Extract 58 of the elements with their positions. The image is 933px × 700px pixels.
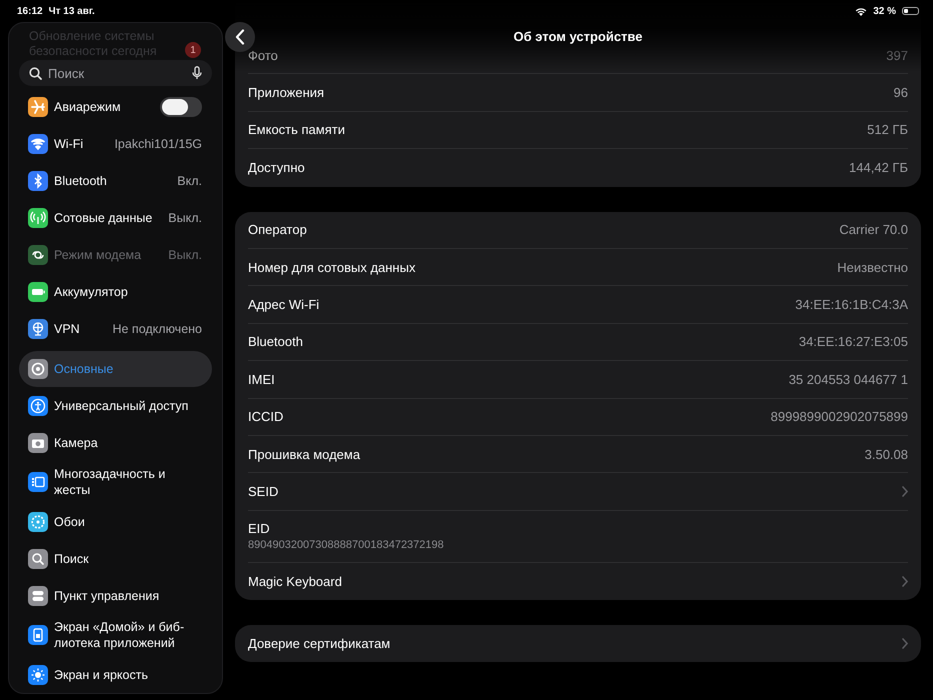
row-label: Номер для сотовых данных bbox=[248, 260, 416, 275]
settings-item[interactable]: Многозадачность и жесты bbox=[19, 461, 212, 503]
row-value: 3.50.08 bbox=[864, 446, 908, 462]
search-icon bbox=[29, 66, 42, 80]
row-label: Емкость памяти bbox=[248, 122, 345, 138]
row-value: 34:EE:16:1B:C4:3A bbox=[795, 297, 908, 312]
row-value: Неизвестно bbox=[837, 260, 908, 275]
chevron-icon bbox=[902, 486, 908, 497]
settings-row-link[interactable]: SEID bbox=[248, 473, 908, 511]
status-time: 16:12 bbox=[17, 6, 43, 16]
search-field[interactable]: Поиск bbox=[19, 60, 212, 86]
status-date: Чт 13 авг. bbox=[48, 6, 95, 16]
row-value: 8999899002902075899 bbox=[770, 409, 908, 424]
settings-item[interactable]: Камера bbox=[19, 424, 212, 461]
row-label: ICCID bbox=[248, 409, 284, 424]
settings-row-link[interactable]: Доверие сертификатам bbox=[248, 625, 908, 662]
settings-item[interactable]: Обои bbox=[19, 503, 212, 540]
settings-item[interactable]: Экран «Домой» и биб-лиотека приложений bbox=[19, 614, 212, 656]
row-label: IMEI bbox=[248, 372, 275, 387]
wifi-icon bbox=[855, 6, 868, 16]
row-value: 34:EE:16:27:E3:05 bbox=[798, 334, 908, 350]
row-label: Оператор bbox=[248, 222, 307, 238]
settings-item[interactable]: Основные bbox=[19, 351, 212, 387]
settings-item[interactable]: Wi-Fi Ipakchi101/15G bbox=[19, 125, 212, 162]
settings-item[interactable]: Bluetooth Вкл. bbox=[19, 162, 212, 199]
row-value: Carrier 70.0 bbox=[839, 222, 908, 238]
row-label: Bluetooth bbox=[248, 334, 303, 350]
row-label: Приложения bbox=[248, 85, 324, 100]
chevron-icon bbox=[902, 638, 908, 650]
row-label: Адрес Wi-Fi bbox=[248, 297, 320, 312]
row-value: 89049032007308888700183472372198 bbox=[248, 539, 444, 552]
battery-percent: 32 % bbox=[873, 6, 896, 16]
row-value: 144,42 ГБ bbox=[849, 160, 908, 176]
search-input[interactable]: Поиск bbox=[48, 66, 186, 80]
settings-item[interactable]: Пункт управления bbox=[19, 577, 212, 614]
back-button[interactable] bbox=[225, 22, 255, 52]
settings-item[interactable]: Авиарежим bbox=[19, 88, 212, 125]
page-title: Об этом устройстве bbox=[514, 29, 642, 44]
row-label: EID bbox=[248, 521, 270, 536]
settings-row-link[interactable]: Magic Keyboard bbox=[248, 562, 908, 600]
chevron-icon bbox=[902, 576, 908, 587]
notification-badge: 1 bbox=[185, 42, 201, 58]
settings-item[interactable]: Поиск bbox=[19, 540, 212, 577]
row-label: Прошивка модема bbox=[248, 446, 360, 462]
microphone-icon bbox=[192, 66, 202, 80]
settings-item[interactable]: Экран и яркость bbox=[19, 656, 212, 693]
chevron-left-icon bbox=[235, 29, 245, 45]
row-label: Фото bbox=[248, 48, 278, 63]
settings-item[interactable]: Сотовые данные Выкл. bbox=[19, 199, 212, 236]
settings-item[interactable]: Универсальный доступ bbox=[19, 387, 212, 424]
toggle-switch[interactable] bbox=[160, 96, 202, 116]
row-value: 96 bbox=[894, 85, 908, 100]
row-value: 397 bbox=[886, 48, 908, 63]
row-value: 35 204553 044677 1 bbox=[788, 372, 908, 387]
row-label: Доступно bbox=[248, 160, 305, 176]
settings-item[interactable]: VPN Не подключено bbox=[19, 310, 212, 347]
settings-item[interactable]: Аккумулятор bbox=[19, 273, 212, 310]
row-value: 512 ГБ bbox=[867, 122, 908, 138]
